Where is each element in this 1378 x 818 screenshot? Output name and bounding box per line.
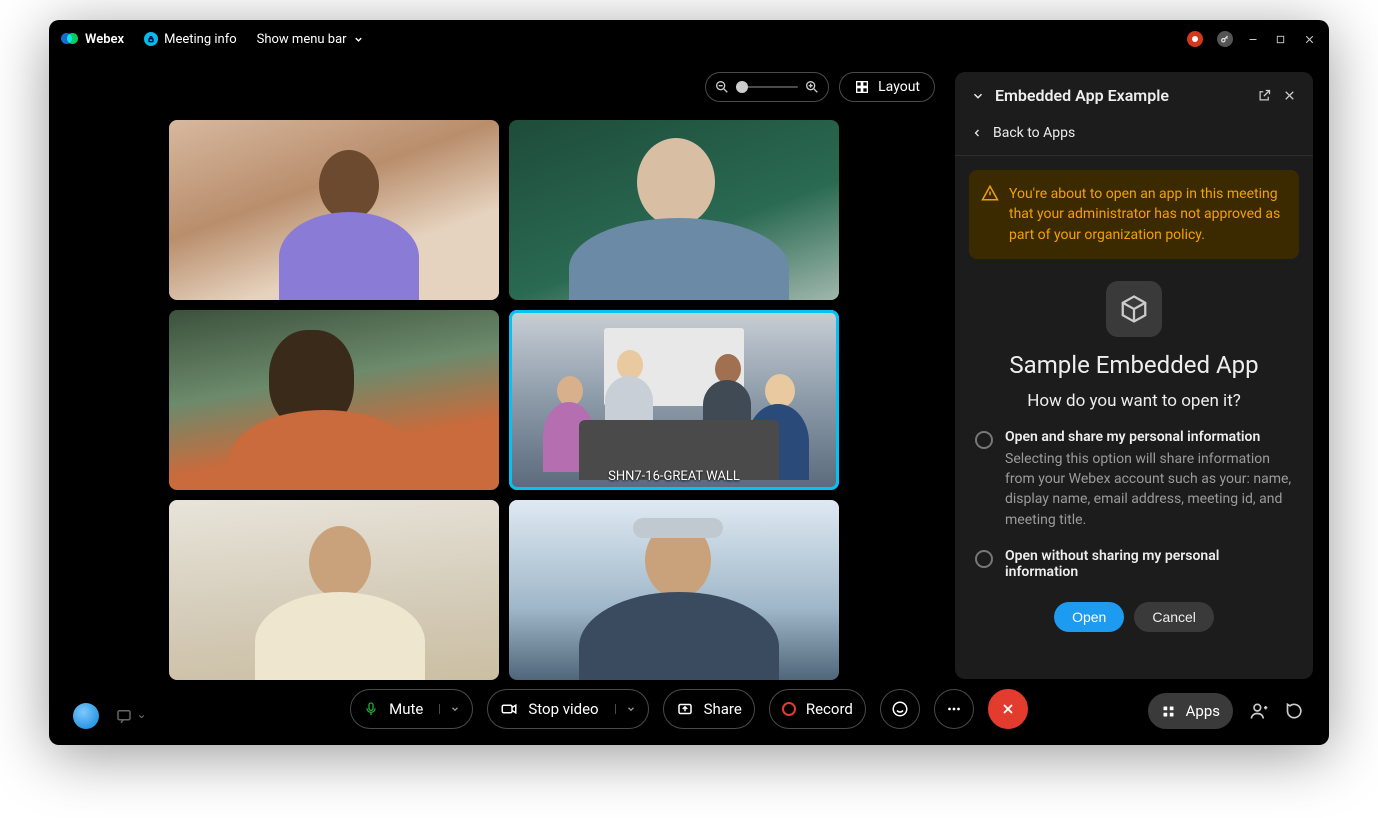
chat-icon[interactable] xyxy=(1285,701,1305,721)
open-button[interactable]: Open xyxy=(1054,602,1124,632)
panel-title: Embedded App Example xyxy=(995,86,1169,105)
back-label: Back to Apps xyxy=(993,125,1075,141)
panel-header: Embedded App Example xyxy=(955,72,1313,119)
zoom-slider-knob[interactable] xyxy=(736,81,748,93)
record-label: Record xyxy=(806,700,853,718)
stage-controls: Layout xyxy=(705,72,935,102)
shield-lock-icon xyxy=(144,32,158,46)
policy-warning: You're about to open an app in this meet… xyxy=(969,170,1299,259)
smile-icon xyxy=(891,700,909,718)
meeting-toolbar: Mute Stop video Share Record xyxy=(49,689,1329,729)
open-options: Open and share my personal information S… xyxy=(955,429,1313,632)
layout-button[interactable]: Layout xyxy=(839,72,935,102)
video-dropdown[interactable] xyxy=(615,704,636,714)
microphone-icon xyxy=(363,701,379,717)
chevron-down-icon[interactable] xyxy=(971,89,985,103)
show-menu-bar-button[interactable]: Show menu bar xyxy=(257,32,364,47)
meeting-window: Webex Meeting info Show menu bar xyxy=(49,20,1329,745)
brand: Webex xyxy=(61,30,124,48)
mute-label: Mute xyxy=(389,700,423,718)
apps-grid-icon xyxy=(1161,704,1176,719)
record-icon xyxy=(782,702,796,716)
stop-video-label: Stop video xyxy=(528,700,598,718)
stop-video-button[interactable]: Stop video xyxy=(487,689,648,729)
video-grid: SHN7-16-GREAT WALL xyxy=(169,120,839,680)
recording-indicator-icon[interactable] xyxy=(1187,31,1203,47)
embedded-app-panel: Embedded App Example Back to Apps You're… xyxy=(955,72,1313,679)
share-screen-icon xyxy=(676,700,694,718)
participant-tile-active[interactable]: SHN7-16-GREAT WALL xyxy=(509,310,839,490)
participants-icon[interactable] xyxy=(1249,701,1269,721)
radio-button[interactable] xyxy=(975,431,993,449)
meeting-info-label: Meeting info xyxy=(164,32,237,47)
zoom-slider-track[interactable] xyxy=(736,86,798,88)
zoom-control[interactable] xyxy=(705,72,829,102)
dots-icon xyxy=(945,700,963,718)
close-icon xyxy=(1000,701,1016,717)
minimize-button[interactable] xyxy=(1247,33,1261,45)
participant-tile[interactable] xyxy=(509,120,839,300)
option-dont-share-info[interactable]: Open without sharing my personal informa… xyxy=(975,548,1293,584)
close-panel-button[interactable] xyxy=(1282,88,1297,103)
meeting-info-button[interactable]: Meeting info xyxy=(144,32,237,47)
option2-title: Open without sharing my personal informa… xyxy=(1005,548,1293,580)
back-to-apps-button[interactable]: Back to Apps xyxy=(955,119,1313,156)
zoom-out-icon xyxy=(714,79,730,95)
apps-label: Apps xyxy=(1186,702,1220,720)
participant-tile[interactable] xyxy=(169,120,499,300)
cancel-button[interactable]: Cancel xyxy=(1134,602,1214,632)
mute-button[interactable]: Mute xyxy=(350,689,473,729)
more-options-button[interactable] xyxy=(934,689,974,729)
maximize-button[interactable] xyxy=(1275,34,1289,45)
layout-label: Layout xyxy=(878,79,920,95)
apps-button[interactable]: Apps xyxy=(1148,693,1233,729)
close-window-button[interactable] xyxy=(1303,33,1317,46)
mute-dropdown[interactable] xyxy=(439,704,460,714)
option-share-info[interactable]: Open and share my personal information S… xyxy=(975,429,1293,530)
webex-logo-icon xyxy=(61,30,79,48)
reactions-button[interactable] xyxy=(880,689,920,729)
zoom-in-icon xyxy=(804,79,820,95)
grid-icon xyxy=(854,79,870,95)
chevron-down-icon xyxy=(353,34,364,45)
panel-buttons: Open Cancel xyxy=(975,602,1293,632)
key-indicator-icon[interactable] xyxy=(1217,31,1233,47)
popout-button[interactable] xyxy=(1257,88,1272,103)
participant-tile[interactable] xyxy=(509,500,839,680)
radio-button[interactable] xyxy=(975,550,993,568)
leave-meeting-button[interactable] xyxy=(988,689,1028,729)
warning-triangle-icon xyxy=(981,184,999,202)
window-controls xyxy=(1187,31,1317,47)
share-button[interactable]: Share xyxy=(663,689,755,729)
camera-icon xyxy=(500,700,518,718)
warning-text: You're about to open an app in this meet… xyxy=(1009,186,1280,243)
participant-tile[interactable] xyxy=(169,310,499,490)
show-menu-label: Show menu bar xyxy=(257,32,347,47)
app-icon xyxy=(1106,281,1162,337)
participant-name-label: SHN7-16-GREAT WALL xyxy=(509,469,839,484)
option1-desc: Selecting this option will share informa… xyxy=(1005,449,1293,530)
record-button[interactable]: Record xyxy=(769,689,866,729)
chevron-left-icon xyxy=(971,127,983,139)
option1-title: Open and share my personal information xyxy=(1005,429,1293,445)
package-icon xyxy=(1119,294,1149,324)
right-extras: Apps xyxy=(1148,693,1305,729)
participant-tile[interactable] xyxy=(169,500,499,680)
titlebar: Webex Meeting info Show menu bar xyxy=(49,20,1329,58)
brand-label: Webex xyxy=(85,32,124,47)
app-question: How do you want to open it? xyxy=(955,391,1313,411)
app-title: Sample Embedded App xyxy=(955,351,1313,379)
share-label: Share xyxy=(704,700,742,718)
